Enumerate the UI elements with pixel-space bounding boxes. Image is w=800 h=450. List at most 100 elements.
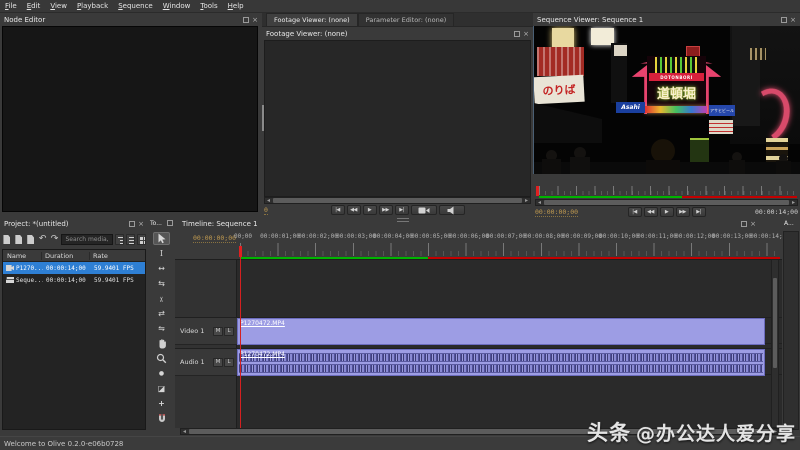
close-icon[interactable]: ×: [138, 221, 144, 227]
node-editor-canvas[interactable]: [2, 26, 258, 212]
lock-button[interactable]: L: [224, 358, 234, 367]
close-icon[interactable]: ×: [750, 221, 756, 227]
menu-tools[interactable]: Tools: [195, 2, 222, 10]
pedestrian: [729, 160, 745, 174]
tool-zoom[interactable]: [153, 352, 170, 365]
playhead-line[interactable]: [240, 257, 241, 428]
tool-pointer[interactable]: [153, 232, 170, 245]
viewer-scrollbar[interactable]: ◂ ▸: [535, 199, 798, 206]
cache-indicator-cached: [539, 196, 682, 198]
close-icon[interactable]: ×: [252, 17, 258, 23]
tool-edit[interactable]: I: [153, 247, 170, 260]
scroll-left-icon[interactable]: ◂: [536, 200, 543, 205]
scrollbar-handle[interactable]: [273, 198, 522, 203]
tool-rolling[interactable]: ⇆: [153, 277, 170, 290]
menu-edit[interactable]: Edit: [22, 2, 46, 10]
magnifier-icon: [156, 353, 167, 364]
tool-transition[interactable]: ◪: [153, 382, 170, 395]
save-button[interactable]: [26, 233, 36, 246]
media-row-sequence[interactable]: Seque... 00:00:14;00 59.9401 FPS: [3, 274, 145, 286]
column-rate[interactable]: Rate: [89, 252, 145, 260]
media-rate: 59.9401 FPS: [91, 265, 145, 272]
timeline-vertical-scrollbar[interactable]: [771, 259, 779, 428]
icon-view-button[interactable]: [137, 234, 146, 245]
list-header-row[interactable]: Name Duration Rate: [3, 250, 145, 262]
splitter-handle[interactable]: [397, 218, 409, 222]
close-icon[interactable]: ×: [790, 17, 796, 23]
float-icon[interactable]: [129, 221, 135, 227]
neon-stripes: [655, 57, 698, 73]
tab-parameter-editor[interactable]: Parameter Editor: (none): [358, 13, 455, 26]
panel-title: Timeline: Sequence 1: [182, 220, 258, 228]
column-name[interactable]: Name: [3, 252, 41, 260]
dotonbori-band: DOTONBORI: [649, 73, 704, 81]
skip-start-button[interactable]: |◀: [331, 205, 345, 215]
menu-view[interactable]: View: [45, 2, 72, 10]
panel-title: A...: [784, 220, 794, 227]
drag-audio-only-button[interactable]: [439, 205, 465, 215]
audio-clip[interactable]: P1270472.MP4: [237, 349, 765, 376]
float-icon[interactable]: [514, 31, 520, 37]
tool-ripple[interactable]: ↔: [153, 262, 170, 275]
video-clip[interactable]: P1270472.MP4: [237, 318, 765, 345]
redo-button[interactable]: ↷: [50, 233, 60, 246]
scroll-right-icon[interactable]: ▸: [523, 198, 530, 203]
tool-snapping[interactable]: [153, 412, 170, 425]
open-button[interactable]: [14, 233, 24, 246]
vertical-splitter-handle[interactable]: [262, 105, 264, 131]
lock-button[interactable]: L: [224, 327, 234, 336]
panel-title: Footage Viewer: (none): [266, 30, 348, 38]
tool-record[interactable]: ●: [153, 367, 170, 380]
float-icon[interactable]: [741, 221, 747, 227]
project-media-list: Name Duration Rate P1270... 00:00:14;00 …: [2, 249, 146, 430]
menu-playback[interactable]: Playback: [72, 2, 113, 10]
project-toolbar: ↶ ↷: [2, 231, 146, 248]
new-button[interactable]: [2, 233, 12, 246]
scrollbar-handle[interactable]: [773, 278, 777, 368]
float-icon[interactable]: [781, 17, 787, 23]
timeline-tracks-area[interactable]: Video 1 M L P1270472.MP4 Audio 1 M L: [175, 259, 782, 428]
redo-icon: ↷: [51, 235, 59, 244]
close-icon[interactable]: ×: [523, 31, 529, 37]
scroll-right-icon[interactable]: ▸: [790, 200, 797, 205]
skip-end-button[interactable]: ▶|: [395, 205, 409, 215]
mute-button[interactable]: M: [213, 358, 223, 367]
tool-slide[interactable]: ⇋: [153, 322, 170, 335]
play-button[interactable]: ▶: [363, 205, 377, 215]
viewer-ruler[interactable]: [535, 186, 798, 198]
tool-hand[interactable]: [153, 337, 170, 350]
float-icon[interactable]: [243, 17, 249, 23]
search-input[interactable]: [61, 234, 113, 245]
panel-title: Project: *(untitled): [4, 220, 69, 228]
float-icon[interactable]: [167, 220, 173, 226]
footage-timecode[interactable]: 0: [264, 206, 268, 215]
undo-button[interactable]: ↶: [38, 233, 48, 246]
footage-viewer-scrollbar[interactable]: ◂ ▸: [264, 197, 531, 204]
media-row-video[interactable]: P1270... 00:00:14;00 59.9401 FPS: [3, 262, 145, 274]
menu-sequence[interactable]: Sequence: [113, 2, 158, 10]
menu-help[interactable]: Help: [223, 2, 249, 10]
timeline-ruler[interactable]: [240, 243, 780, 256]
drag-video-only-button[interactable]: [411, 205, 437, 215]
tool-add[interactable]: +: [153, 397, 170, 410]
transition-icon: ◪: [158, 384, 166, 393]
frame-back-button[interactable]: ◀◀: [347, 205, 361, 215]
frame-forward-button[interactable]: ▶▶: [379, 205, 393, 215]
scrollbar-handle[interactable]: [544, 200, 789, 205]
waveform: [239, 353, 763, 362]
scroll-left-icon[interactable]: ◂: [181, 429, 188, 434]
node-editor-title-bar: Node Editor ×: [0, 13, 262, 26]
playhead-marker[interactable]: [239, 246, 242, 257]
scroll-left-icon[interactable]: ◂: [265, 198, 272, 203]
tool-slip[interactable]: ⇄: [153, 307, 170, 320]
column-duration[interactable]: Duration: [41, 252, 89, 260]
menu-file[interactable]: File: [0, 2, 22, 10]
menu-window[interactable]: Window: [158, 2, 196, 10]
list-view-button[interactable]: [126, 234, 135, 245]
tree-view-button[interactable]: [115, 234, 124, 245]
playhead-marker[interactable]: [536, 186, 539, 196]
ruler-label: 00:00:04;00: [373, 233, 413, 240]
tab-footage-viewer[interactable]: Footage Viewer: (none): [266, 13, 358, 26]
tool-razor[interactable]: ✂: [153, 292, 170, 305]
mute-button[interactable]: M: [213, 327, 223, 336]
